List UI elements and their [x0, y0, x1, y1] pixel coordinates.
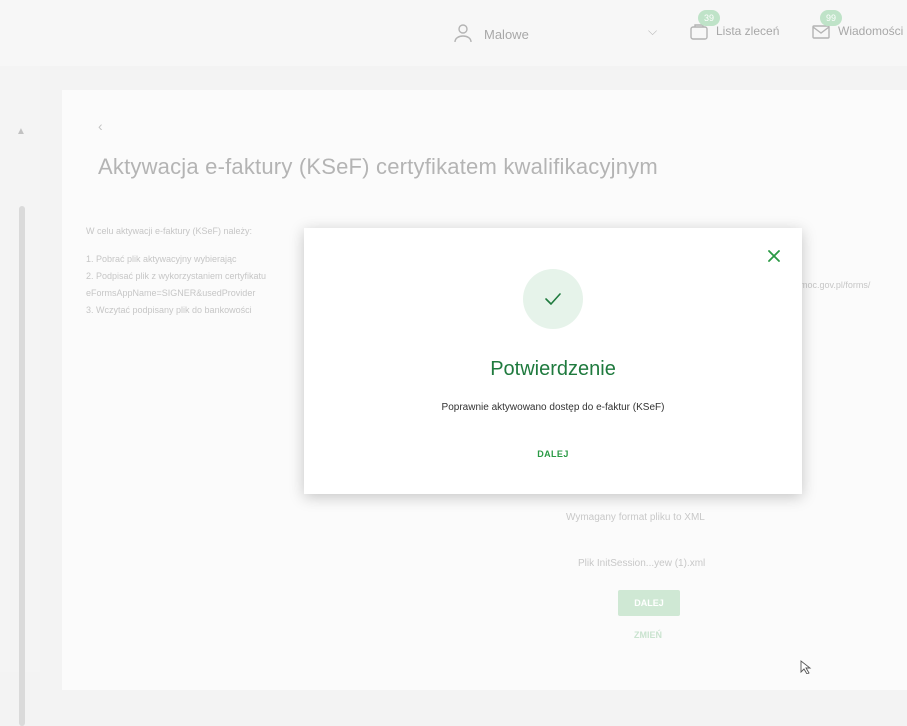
dialog-next-button[interactable]: DALEJ — [523, 444, 583, 464]
user-icon — [452, 22, 474, 47]
uploaded-file-name: Plik InitSession...yew (1).xml — [578, 558, 706, 569]
checkmark-icon — [545, 293, 561, 305]
change-button[interactable]: ZMIEŃ — [634, 630, 662, 640]
page-title: Aktywacja e-faktury (KSeF) certyfikatem … — [98, 154, 658, 179]
step-item: 3. Wczytać podpisany plik do bankowości — [86, 305, 252, 315]
back-arrow-icon[interactable]: ‹ — [98, 118, 103, 134]
basket-icon: 39 — [688, 10, 720, 42]
steps-list: 1. Pobrać plik aktywacyjny wybierając 2.… — [86, 251, 266, 319]
file-format-info: Wymagany format pliku to XML — [566, 512, 705, 523]
step-item: 1. Pobrać plik aktywacyjny wybierając — [86, 254, 237, 264]
messages-label: Wiadomości — [838, 24, 904, 38]
messages-link[interactable]: 99 Wiadomości — [810, 10, 904, 42]
messages-badge: 99 — [820, 10, 842, 26]
step-item: eFormsAppName=SIGNER&usedProvider — [86, 288, 256, 298]
dialog-title: Potwierdzenie — [490, 358, 616, 380]
scrollbar[interactable] — [19, 206, 25, 726]
step-item: 2. Podpisać plik z wykorzystaniem certyf… — [86, 271, 267, 281]
caret-up-icon[interactable]: ▲ — [16, 126, 26, 137]
chevron-down-icon[interactable]: ⌵ — [648, 24, 657, 39]
top-bar: Malowe ⌵ 39 Lista zleceń 99 Wiadomości — [0, 0, 907, 66]
orders-link[interactable]: 39 Lista zleceń — [688, 10, 780, 42]
dialog-message: Poprawnie aktywowano dostęp do e-faktur … — [441, 402, 665, 413]
orders-badge: 39 — [698, 10, 720, 26]
left-rail: ▲ — [0, 66, 40, 726]
confirmation-dialog: Potwierdzenie Poprawnie aktywowano dostę… — [304, 228, 802, 494]
orders-label: Lista zleceń — [716, 24, 780, 38]
next-button[interactable]: DALEJ — [618, 590, 680, 616]
success-badge — [523, 269, 583, 329]
close-button[interactable] — [760, 242, 788, 270]
form-url-link[interactable]: moc.gov.pl/forms/ — [800, 280, 870, 290]
user-name: Malowe — [484, 27, 529, 42]
mouse-cursor-icon — [800, 660, 814, 679]
envelope-icon: 99 — [810, 10, 842, 42]
intro-text: W celu aktywacji e-faktury (KSeF) należy… — [86, 226, 253, 236]
user-menu[interactable]: Malowe — [452, 22, 529, 47]
close-icon — [768, 250, 780, 262]
